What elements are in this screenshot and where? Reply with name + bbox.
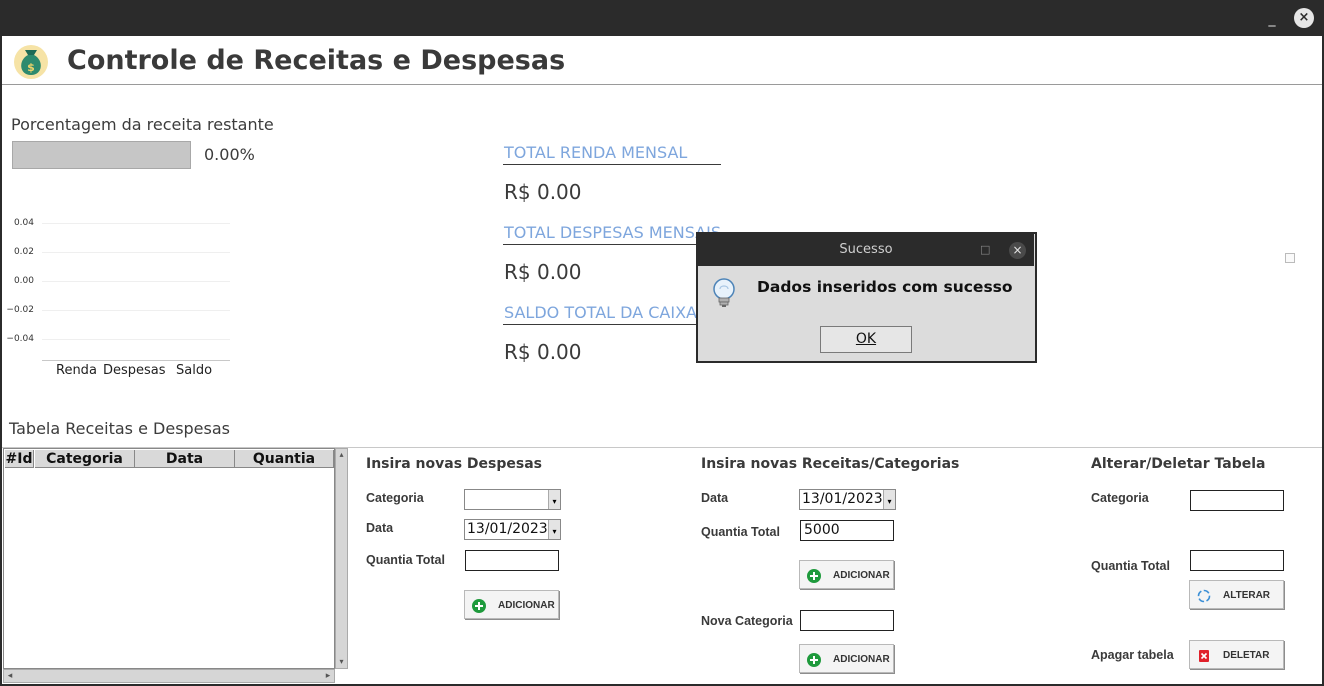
column-header-id[interactable]: #Id xyxy=(5,450,34,468)
receitas-quantia-label: Quantia Total xyxy=(701,525,780,539)
saldo-label: SALDO TOTAL DA CAIXA xyxy=(504,303,697,322)
x-tick-renda: Renda xyxy=(56,363,97,378)
bar-chart: 0.04 0.02 0.00 −0.02 −0.04 Renda Despesa… xyxy=(0,210,240,390)
gridline xyxy=(42,310,230,311)
y-tick: 0.00 xyxy=(13,276,34,286)
receitas-data-value: 13/01/2023 xyxy=(802,491,883,507)
despesas-add-button[interactable]: ADICIONAR xyxy=(464,590,559,619)
page-title: Controle de Receitas e Despesas xyxy=(67,45,566,76)
receitas-date-picker[interactable]: 13/01/2023 ▾ xyxy=(799,489,896,510)
minimize-button[interactable]: _ xyxy=(1262,8,1282,28)
column-header-categoria[interactable]: Categoria xyxy=(35,450,135,468)
add-circle-icon xyxy=(807,653,821,667)
scroll-up-icon[interactable]: ▴ xyxy=(336,449,347,461)
deletar-button-label: DELETAR xyxy=(1223,650,1270,661)
lightbulb-icon xyxy=(713,278,735,307)
stray-checkbox[interactable] xyxy=(1285,253,1295,263)
table-label: Tabela Receitas e Despesas xyxy=(9,419,230,438)
y-tick: 0.02 xyxy=(13,247,34,257)
saldo-value: R$ 0.00 xyxy=(504,340,582,364)
header-divider xyxy=(2,84,1322,85)
scroll-left-icon[interactable]: ◂ xyxy=(4,670,16,682)
app-root: _ × $ Controle de Receitas e Despesas Po… xyxy=(0,0,1324,686)
money-bag-icon: $ xyxy=(14,45,48,79)
nova-categoria-input[interactable] xyxy=(800,610,894,631)
despesas-quantia-label: Quantia Total xyxy=(366,553,445,567)
categoria-add-button[interactable]: ADICIONAR xyxy=(799,644,894,673)
y-tick: −0.04 xyxy=(6,334,34,344)
dialog-ok-button[interactable]: OK xyxy=(820,326,912,353)
records-table[interactable]: #Id Categoria Data Quantia xyxy=(3,448,335,669)
progress-value: 0.00% xyxy=(204,145,255,164)
y-tick: −0.02 xyxy=(6,305,34,315)
receitas-data-label: Data xyxy=(701,491,729,505)
success-dialog: Sucesso □ × Dados inseridos com sucesso … xyxy=(696,232,1037,363)
total-renda-value: R$ 0.00 xyxy=(504,180,582,204)
total-despesas-value: R$ 0.00 xyxy=(504,260,582,284)
despesas-date-picker[interactable]: 13/01/2023 ▾ xyxy=(464,519,561,540)
delete-icon xyxy=(1199,650,1209,662)
table-vertical-scrollbar[interactable]: ▴ ▾ xyxy=(335,448,348,669)
gridline xyxy=(42,281,230,282)
refresh-icon xyxy=(1197,589,1211,603)
scroll-right-icon[interactable]: ▸ xyxy=(322,670,334,682)
close-button[interactable]: × xyxy=(1294,8,1314,28)
chevron-down-icon[interactable]: ▾ xyxy=(548,520,560,539)
alterar-button[interactable]: ALTERAR xyxy=(1189,580,1284,609)
gridline xyxy=(42,252,230,253)
dialog-ok-label: OK xyxy=(855,331,877,347)
apagar-label: Apagar tabela xyxy=(1091,648,1174,662)
gridline xyxy=(42,223,230,224)
add-circle-icon xyxy=(807,569,821,583)
chevron-down-icon[interactable]: ▾ xyxy=(548,490,560,509)
total-renda-label: TOTAL RENDA MENSAL xyxy=(504,143,688,162)
despesas-categoria-combo[interactable]: ▾ xyxy=(464,489,561,510)
receitas-add-label: ADICIONAR xyxy=(833,570,890,581)
chevron-down-icon[interactable]: ▾ xyxy=(883,490,895,509)
window-titlebar: _ × xyxy=(0,0,1324,36)
despesas-add-label: ADICIONAR xyxy=(498,600,555,611)
receitas-quantia-input[interactable]: 5000 xyxy=(800,520,894,541)
progress-label: Porcentagem da receita restante xyxy=(11,115,274,134)
scroll-down-icon[interactable]: ▾ xyxy=(336,656,347,668)
add-circle-icon xyxy=(472,599,486,613)
dialog-close-button[interactable]: × xyxy=(1009,242,1026,259)
receitas-add-button[interactable]: ADICIONAR xyxy=(799,560,894,589)
deletar-button[interactable]: DELETAR xyxy=(1189,640,1284,669)
despesas-data-value: 13/01/2023 xyxy=(467,521,548,537)
alterar-button-label: ALTERAR xyxy=(1223,590,1271,601)
total-renda-underline xyxy=(503,164,721,165)
x-tick-saldo: Saldo xyxy=(176,363,213,378)
despesas-title: Insira novas Despesas xyxy=(366,456,542,472)
column-header-data[interactable]: Data xyxy=(135,450,235,468)
x-tick-despesas: Despesas xyxy=(103,363,166,378)
alterar-quantia-input[interactable] xyxy=(1190,550,1284,571)
progress-bar xyxy=(12,141,191,169)
alterar-categoria-input[interactable] xyxy=(1190,490,1284,511)
categoria-add-label: ADICIONAR xyxy=(833,654,890,665)
table-horizontal-scrollbar[interactable]: ◂ ▸ xyxy=(3,669,335,683)
receitas-title: Insira novas Receitas/Categorias xyxy=(701,456,960,472)
alterar-quantia-label: Quantia Total xyxy=(1091,559,1170,573)
despesas-categoria-label: Categoria xyxy=(366,491,424,505)
nova-categoria-label: Nova Categoria xyxy=(701,614,793,628)
alterar-categoria-label: Categoria xyxy=(1091,491,1149,505)
alterar-title: Alterar/Deletar Tabela xyxy=(1091,456,1266,472)
dialog-maximize-button[interactable]: □ xyxy=(980,243,992,257)
dialog-message: Dados inseridos com sucesso xyxy=(757,278,1013,296)
gridline xyxy=(42,339,230,340)
despesas-data-label: Data xyxy=(366,521,394,535)
column-header-quantia[interactable]: Quantia xyxy=(235,450,334,468)
total-despesas-label: TOTAL DESPESAS MENSAIS xyxy=(504,223,721,242)
money-bag-symbol: $ xyxy=(27,61,35,74)
x-axis-line xyxy=(42,360,230,361)
despesas-quantia-input[interactable] xyxy=(465,550,559,571)
y-tick: 0.04 xyxy=(13,218,34,228)
